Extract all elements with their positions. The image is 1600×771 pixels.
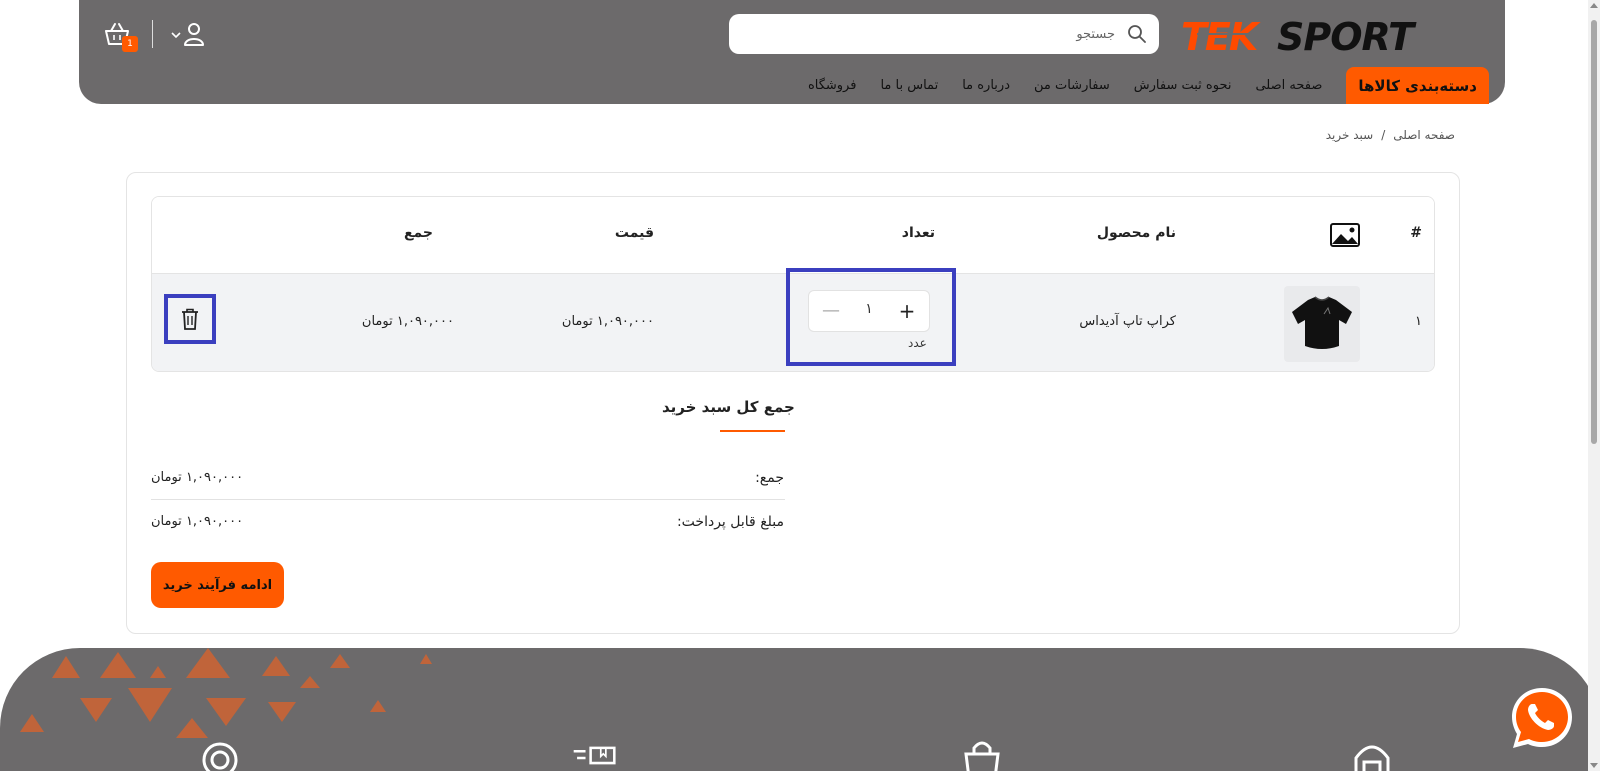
nav-item-contact[interactable]: تماس با ما [880,78,938,93]
quantity-stepper: — + [808,290,930,332]
main-nav: دسته‌بندی کالاها صفحه اصلی نحوه ثبت سفار… [808,67,1489,104]
header-divider [152,20,153,48]
row-index: ۱ [1415,314,1422,329]
nav-item-home[interactable]: صفحه اصلی [1255,78,1322,93]
nav-item-about[interactable]: درباره ما [962,78,1010,93]
triangle-pattern [20,648,432,738]
trash-icon [182,308,198,330]
totals-divider [151,499,785,500]
cart-count-badge: 1 [122,36,138,52]
delivery-icon [573,746,616,765]
user-icon [184,23,204,46]
cart-button[interactable]: 1 [104,22,138,54]
chevron-down-icon [171,32,181,39]
breadcrumb: صفحه اصلی / سبد خرید [1326,128,1455,142]
support-icon [1354,745,1390,771]
page-scrollbar[interactable] [1588,0,1600,771]
quantity-cell-highlight: — + عدد [786,268,956,366]
nav-item-shop[interactable]: فروشگاه [808,78,857,93]
header-total: جمع [403,225,433,241]
payable-value: ۱,۰۹۰,۰۰۰ تومان [151,514,244,529]
quantity-unit: عدد [908,336,927,350]
subtotal-value: ۱,۰۹۰,۰۰۰ تومان [151,470,244,485]
teksport-logo[interactable]: TEK SPORT [1177,14,1489,56]
search-icon[interactable] [1127,24,1147,44]
subtotal-label: جمع: [755,470,784,486]
breadcrumb-current: سبد خرید [1325,128,1374,142]
scrollbar-thumb[interactable] [1591,20,1597,444]
whatsapp-icon[interactable] [1508,684,1576,752]
image-icon [1330,223,1360,247]
continue-checkout-button[interactable]: ادامه فرآیند خرید [151,562,284,608]
nav-categories-button[interactable]: دسته‌بندی کالاها [1346,67,1489,104]
user-menu-button[interactable] [171,22,207,48]
totals-title: جمع کل سبد خرید [662,398,795,416]
payable-label: مبلغ قابل پرداخت: [676,514,784,530]
unit-price: ۱,۰۹۰,۰۰۰ تومان [561,314,654,329]
search-input[interactable] [755,23,1115,45]
table-row: ۱ کراپ تاپ آدیداس — + عدد ۱,۰۹۰,۰۰۰ توما… [152,268,1434,371]
shopping-bag-icon [964,741,1000,771]
cart-table-header: # نام محصول تعداد قیمت جمع [152,197,1434,273]
header-product-name: نام محصول [1096,225,1176,241]
breadcrumb-separator: / [1381,128,1386,142]
search-bar [729,14,1159,54]
header-price: قیمت [614,225,654,241]
decrease-quantity-button[interactable]: — [819,299,843,323]
location-icon [202,742,238,771]
quantity-input[interactable] [854,301,884,317]
cart-table: # نام محصول تعداد قیمت جمع ۱ کراپ تاپ آد… [151,196,1435,372]
breadcrumb-home[interactable]: صفحه اصلی [1393,128,1455,142]
page: TEK SPORT دسته‌بندی کالاها صفحه اصلی نحو… [0,0,1600,771]
header-quantity: تعداد [901,225,935,241]
row-total: ۱,۰۹۰,۰۰۰ تومان [361,314,454,329]
svg-text:TEK: TEK [1181,15,1261,56]
site-header: TEK SPORT دسته‌بندی کالاها صفحه اصلی نحو… [79,0,1505,104]
site-footer [0,648,1600,771]
delete-item-button[interactable] [164,294,216,344]
header-index: # [1410,225,1422,241]
totals-title-underline [720,430,785,432]
scroll-down-arrow[interactable] [1590,763,1598,768]
scroll-up-arrow[interactable] [1590,3,1598,8]
svg-text:SPORT: SPORT [1277,15,1417,56]
product-name[interactable]: کراپ تاپ آدیداس [1079,314,1176,329]
product-image[interactable] [1284,286,1360,362]
nav-item-how-to-order[interactable]: نحوه ثبت سفارش [1134,78,1232,93]
increase-quantity-button[interactable]: + [895,299,919,323]
nav-item-my-orders[interactable]: سفارشات من [1034,78,1110,93]
tshirt-image [1292,296,1352,349]
